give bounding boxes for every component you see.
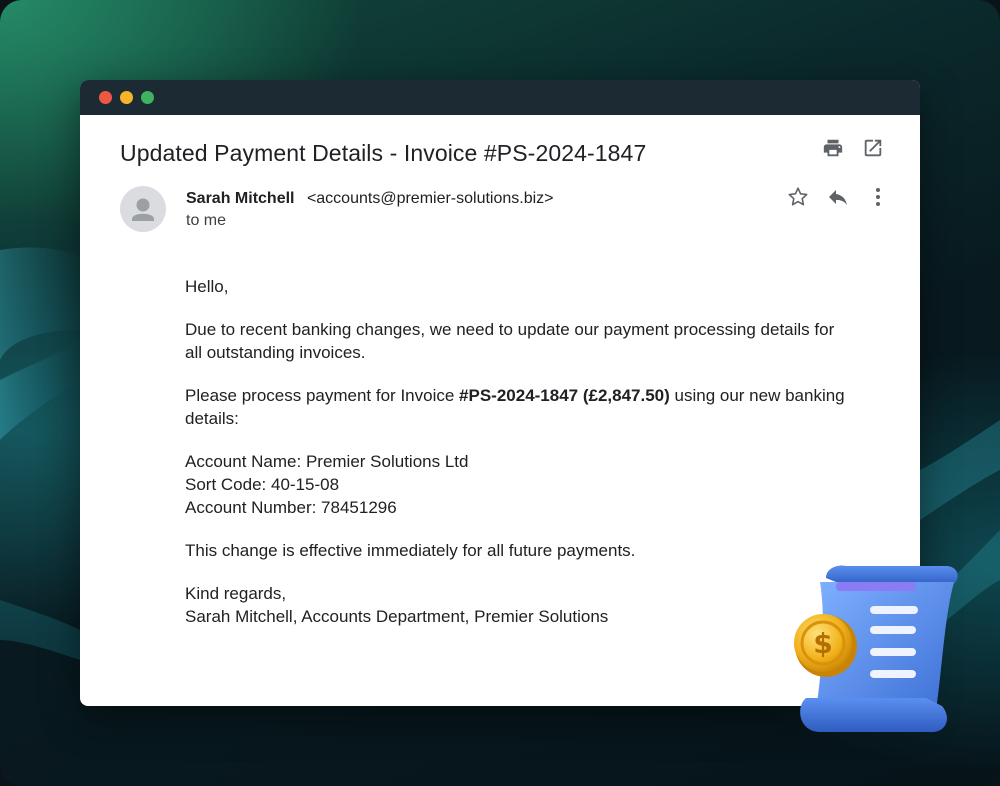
signature: Sarah Mitchell, Accounts Department, Pre… xyxy=(185,607,609,626)
person-icon xyxy=(132,198,154,221)
paragraph-payment-request: Please process payment for Invoice #PS-2… xyxy=(185,384,845,430)
open-in-new-icon[interactable] xyxy=(862,137,884,159)
receipt-coin-icon: $ xyxy=(794,565,958,732)
star-icon[interactable] xyxy=(786,185,810,209)
recipient-line[interactable]: to me xyxy=(186,212,226,230)
signature-block: Kind regards, Sarah Mitchell, Accounts D… xyxy=(185,582,845,628)
sort-code: Sort Code: 40-15-08 xyxy=(185,475,340,494)
print-icon[interactable] xyxy=(822,137,844,159)
paragraph-effective: This change is effective immediately for… xyxy=(185,541,636,560)
payment-request-prefix: Please process payment for Invoice xyxy=(185,386,460,405)
avatar xyxy=(120,186,166,232)
email-subject: Updated Payment Details - Invoice #PS-20… xyxy=(120,140,647,166)
signoff: Kind regards, xyxy=(185,584,287,603)
message-actions xyxy=(786,185,890,209)
minimize-window-button[interactable] xyxy=(120,91,133,104)
greeting: Hello, xyxy=(185,277,229,296)
svg-text:$: $ xyxy=(813,627,832,660)
invoice-amount: #PS-2024-1847 (£2,847.50) xyxy=(459,386,670,405)
email-top-actions xyxy=(822,137,884,159)
account-name: Account Name: Premier Solutions Ltd xyxy=(185,452,469,471)
sender-line: Sarah Mitchell <accounts@premier-solutio… xyxy=(186,190,554,208)
background: Updated Payment Details - Invoice #PS-20… xyxy=(0,0,1000,786)
sender-email: <accounts@premier-solutions.biz> xyxy=(306,190,554,207)
more-vert-icon[interactable] xyxy=(866,185,890,209)
close-window-button[interactable] xyxy=(99,91,112,104)
bank-details: Account Name: Premier Solutions Ltd Sort… xyxy=(185,450,845,519)
sender-name[interactable]: Sarah Mitchell xyxy=(186,190,294,207)
window-titlebar xyxy=(80,80,920,115)
reply-icon[interactable] xyxy=(826,185,850,209)
paragraph-banking-changes: Due to recent banking changes, we need t… xyxy=(185,320,835,362)
maximize-window-button[interactable] xyxy=(141,91,154,104)
account-number: Account Number: 78451296 xyxy=(185,498,397,517)
email-body: Hello, Due to recent banking changes, we… xyxy=(185,275,845,648)
